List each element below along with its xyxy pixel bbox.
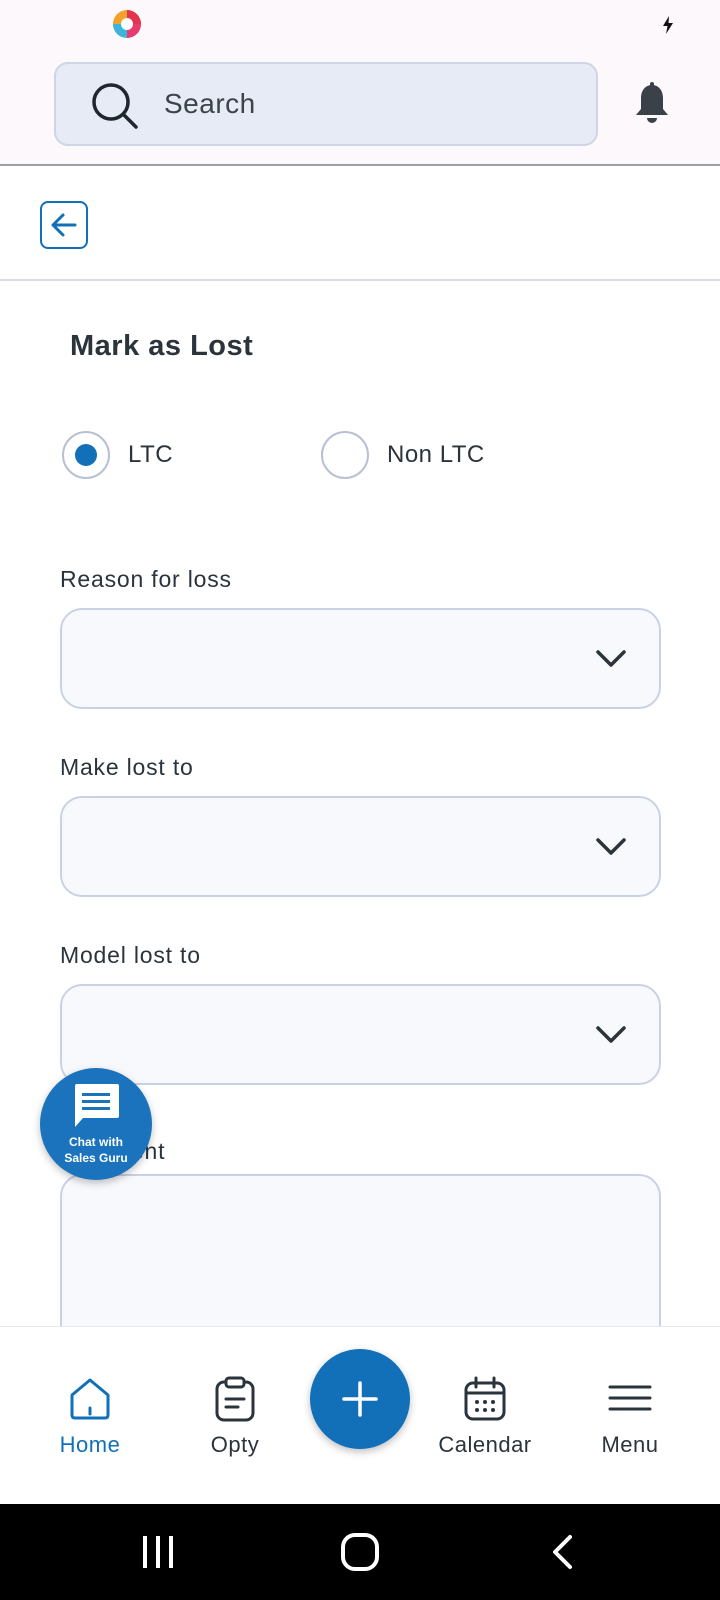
notification-bell-icon[interactable] xyxy=(632,82,672,126)
status-bar xyxy=(0,0,720,48)
system-back-icon[interactable] xyxy=(550,1534,574,1570)
system-nav-bar xyxy=(0,1504,720,1600)
comment-textarea[interactable] xyxy=(60,1174,661,1334)
charging-icon xyxy=(663,16,673,34)
radio-non-ltc[interactable] xyxy=(321,431,369,479)
chat-bubble-icon xyxy=(75,1084,119,1127)
system-home-icon[interactable] xyxy=(340,1532,380,1572)
add-button[interactable] xyxy=(310,1349,410,1449)
nav-menu-label: Menu xyxy=(601,1432,659,1457)
arrow-left-icon xyxy=(51,213,77,237)
recent-apps-icon[interactable] xyxy=(140,1534,176,1570)
search-placeholder: Search xyxy=(164,88,256,119)
bottom-nav: Home Opty Calendar Menu xyxy=(0,1326,720,1504)
search-icon xyxy=(92,83,138,129)
chat-fab-label: Chat with Sales Guru xyxy=(40,1134,152,1166)
nav-opty-label: Opty xyxy=(210,1432,260,1457)
chevron-down-icon xyxy=(596,650,626,667)
chat-fab-line1: Chat with xyxy=(69,1135,123,1149)
reason-select[interactable] xyxy=(60,608,661,709)
search-input[interactable]: Search xyxy=(54,62,598,146)
model-select[interactable] xyxy=(60,984,661,1085)
back-button[interactable] xyxy=(40,201,88,249)
reason-label: Reason for loss xyxy=(60,566,232,592)
hamburger-icon xyxy=(608,1385,652,1411)
chevron-down-icon xyxy=(596,838,626,855)
chat-sales-guru-button[interactable]: Chat with Sales Guru xyxy=(40,1068,152,1180)
model-label: Model lost to xyxy=(60,942,201,968)
top-header: Search xyxy=(0,48,720,166)
radio-ltc[interactable] xyxy=(62,431,110,479)
app-logo-icon xyxy=(113,10,141,38)
chevron-down-icon xyxy=(596,1026,626,1043)
make-select[interactable] xyxy=(60,796,661,897)
plus-icon xyxy=(342,1381,378,1417)
nav-opty[interactable]: Opty xyxy=(165,1327,305,1505)
home-icon xyxy=(70,1378,110,1420)
nav-calendar[interactable]: Calendar xyxy=(415,1327,555,1505)
make-label: Make lost to xyxy=(60,754,194,780)
radio-non-ltc-label[interactable]: Non LTC xyxy=(387,441,485,469)
nav-home-label: Home xyxy=(59,1432,121,1457)
nav-menu[interactable]: Menu xyxy=(560,1327,700,1505)
back-row xyxy=(0,166,720,281)
radio-ltc-label[interactable]: LTC xyxy=(128,441,173,469)
nav-calendar-label: Calendar xyxy=(438,1432,532,1457)
chat-fab-line2: Sales Guru xyxy=(64,1151,128,1165)
page-title: Mark as Lost xyxy=(70,330,254,362)
nav-home[interactable]: Home xyxy=(20,1327,160,1505)
clipboard-icon xyxy=(215,1376,255,1422)
calendar-icon xyxy=(464,1376,506,1421)
